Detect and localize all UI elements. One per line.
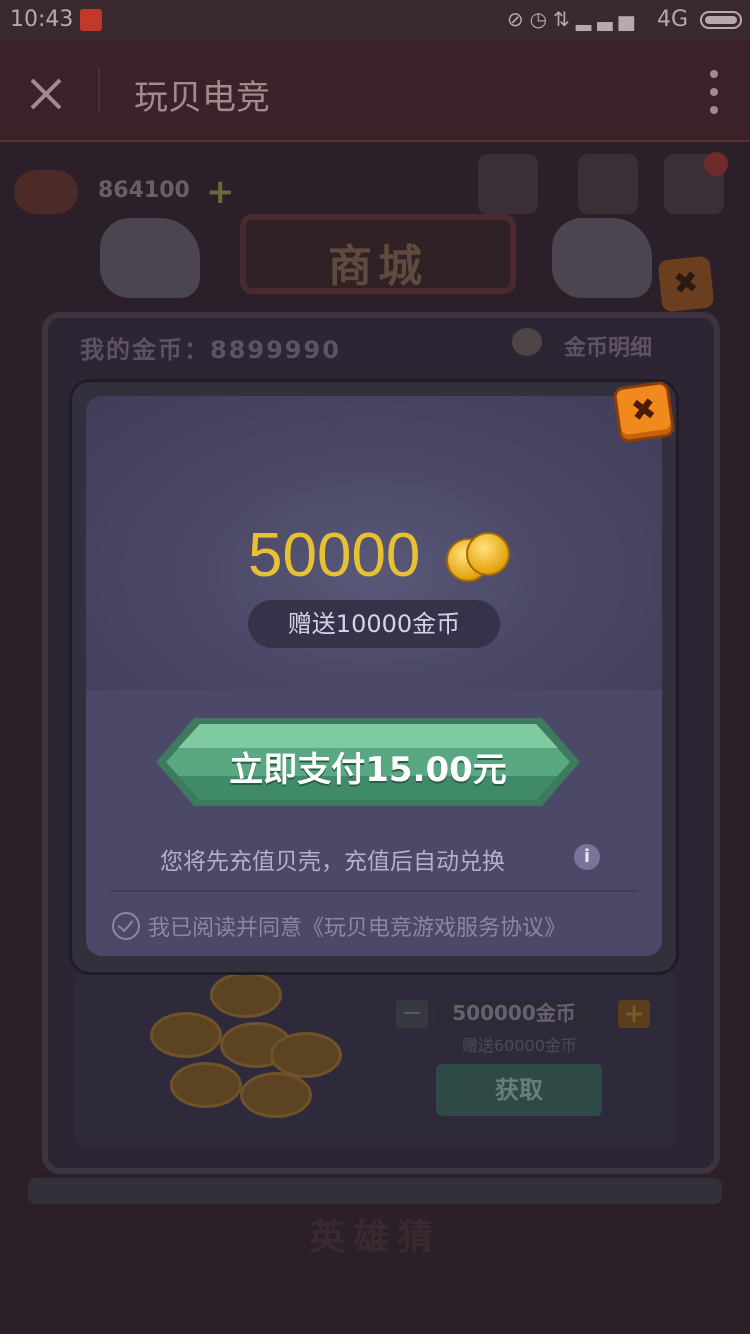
my-coins-label: 我的金币：8899990 [80, 336, 341, 364]
frame-bottom-bar [28, 1178, 722, 1204]
pay-now-button[interactable]: 立即支付15.00元 [154, 716, 582, 808]
info-icon[interactable]: i [574, 844, 600, 870]
get-button[interactable]: 获取 [436, 1064, 602, 1116]
status-icons: ⊘◷⇅▂▃▅ [506, 7, 640, 31]
pay-button-label: 立即支付15.00元 [229, 750, 507, 790]
coin-stack-icon [512, 328, 542, 356]
coin-balance-top: 864100 [98, 178, 190, 203]
close-icon[interactable] [22, 70, 70, 118]
notification-icon [80, 9, 102, 31]
top-menu-button-1[interactable] [478, 154, 538, 214]
add-coins-icon[interactable]: + [206, 172, 235, 212]
package-bonus: 赠送60000金币 [462, 1036, 577, 1055]
quantity-increase-button[interactable]: + [618, 1000, 650, 1028]
package-amount: 500000金币 [438, 998, 590, 1028]
coin-amount: 50000 [248, 521, 421, 590]
gold-coins-icon [446, 532, 510, 582]
page-title: 玩贝电竞 [134, 78, 270, 118]
agreement-checkbox[interactable] [112, 912, 140, 940]
shop-title: 商城 [328, 241, 428, 292]
status-bar: 10:43 ⊘◷⇅▂▃▅ 4G [0, 0, 750, 40]
network-type: 4G [656, 7, 688, 32]
more-options-icon[interactable] [708, 70, 720, 114]
coin-pile-image [150, 972, 342, 1132]
coin-detail-link[interactable]: 金币明细 [564, 330, 652, 362]
shop-close-icon[interactable]: ✖ [657, 255, 715, 313]
stone-decoration-left [100, 218, 200, 298]
stone-decoration-right [552, 218, 652, 298]
resource-icon [14, 170, 78, 214]
bottom-banner: 英雄猜 [308, 1217, 441, 1258]
recharge-hint: 您将先充值贝壳，充值后自动兑换 [160, 849, 505, 875]
notification-badge [704, 152, 728, 176]
shop-title-plate: 商城 [240, 214, 516, 294]
agreement-text[interactable]: 我已阅读并同意《玩贝电竞游戏服务协议》 [148, 910, 566, 942]
header-divider [98, 68, 100, 112]
top-menu-button-2[interactable] [578, 154, 638, 214]
quantity-decrease-button[interactable]: − [396, 1000, 428, 1028]
payment-dialog: 50000 赠送10000金币 立即支付15.00元 您将先充值贝壳，充值后自动… [86, 396, 662, 956]
bonus-badge: 赠送10000金币 [248, 600, 500, 648]
divider [110, 890, 638, 892]
dialog-close-icon[interactable]: ✖ [612, 380, 676, 444]
status-time: 10:43 [10, 7, 74, 32]
battery-icon [700, 11, 742, 29]
app-header: 玩贝电竞 [0, 40, 750, 142]
